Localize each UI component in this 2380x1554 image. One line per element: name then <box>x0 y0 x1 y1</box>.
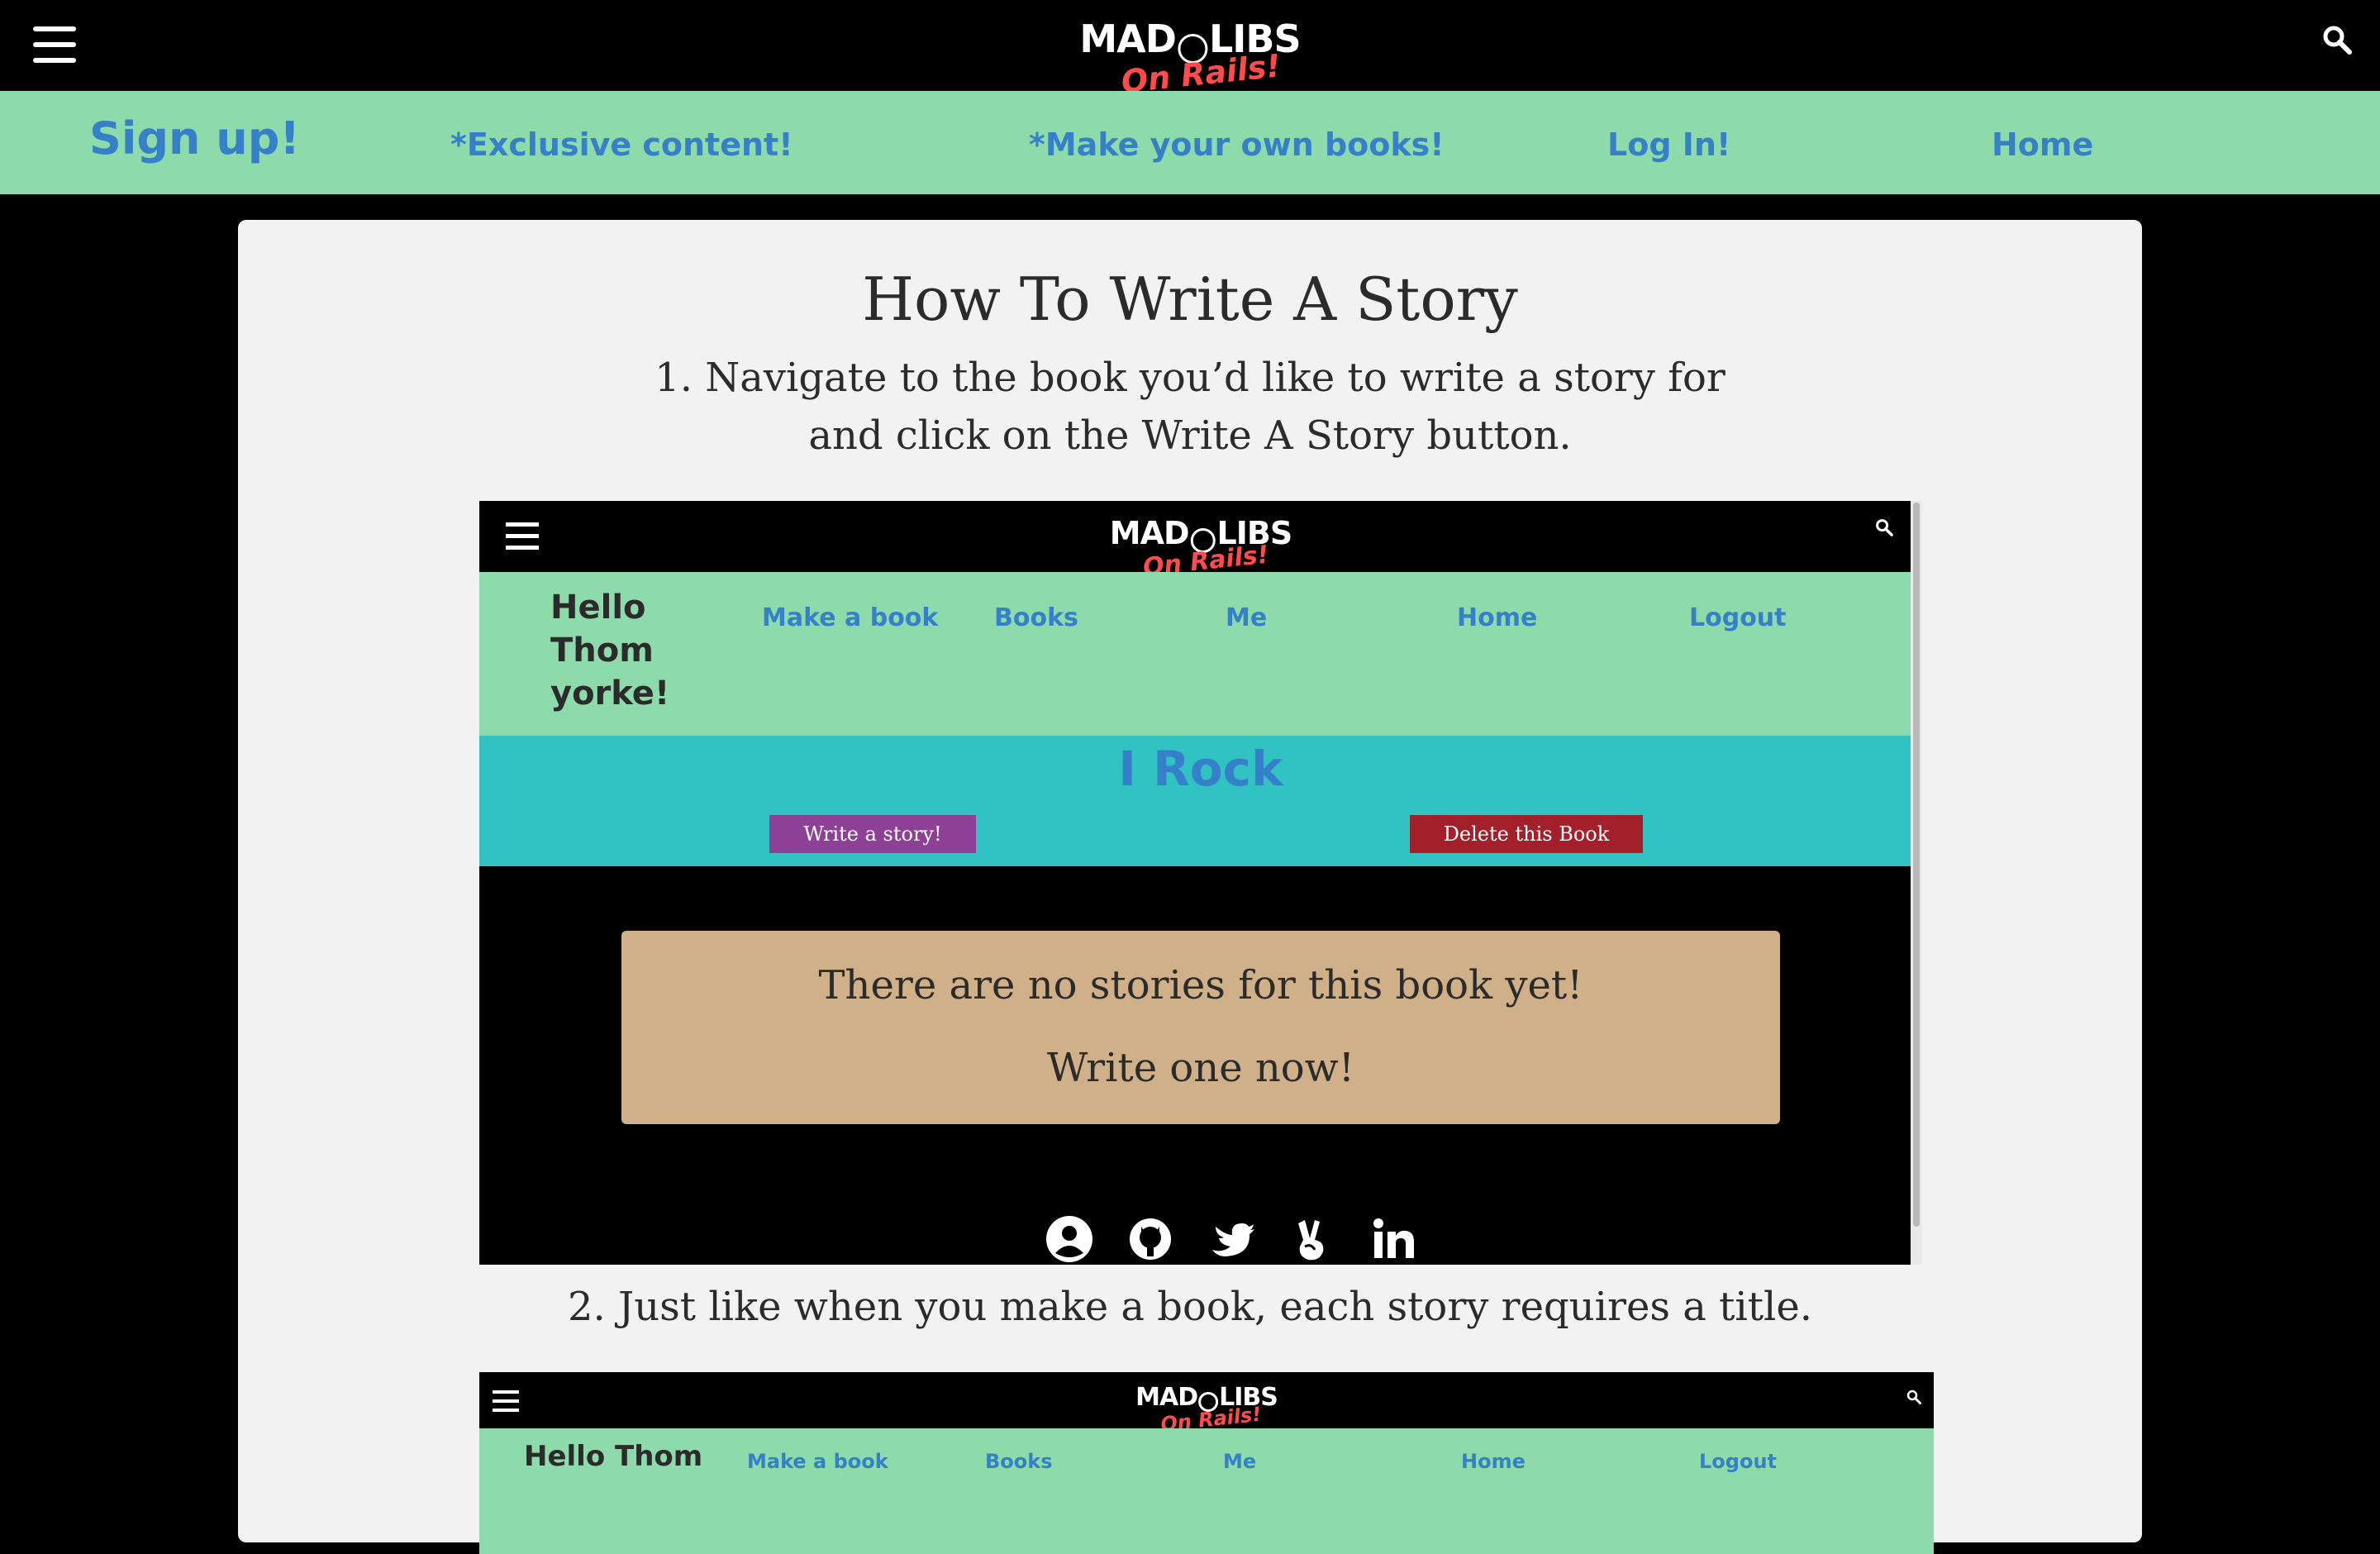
step-2-text: 2. Just like when you make a book, each … <box>567 1284 1813 1330</box>
mini2-logo: MAD LIBS On Rails! <box>1135 1383 1278 1436</box>
mini-nav-me: Me <box>1226 603 1268 632</box>
angellist-icon <box>1298 1220 1324 1261</box>
mini-notice-line-1: There are no stories for this book yet! <box>818 962 1583 1008</box>
mini-top-bar: MAD LIBS On Rails! <box>479 501 1922 582</box>
mini-scrollbar <box>1911 501 1922 1265</box>
mini-logo-mad: MAD <box>1109 515 1190 551</box>
mini-footer-icons <box>1044 1213 1419 1265</box>
mini-hello-line-1: Hello <box>550 589 646 627</box>
nav-login-link[interactable]: Log In! <box>1607 126 1730 163</box>
linkedin-icon <box>1373 1218 1414 1258</box>
mini2-nav-make-book: Make a book <box>747 1450 888 1473</box>
mini-hello-line-2: Thom <box>550 632 654 670</box>
nav-exclusive-link[interactable]: *Exclusive content! <box>450 126 793 163</box>
mini2-hello: Hello Thom <box>524 1440 703 1473</box>
step-1-line-1: 1. Navigate to the book you’d like to wr… <box>654 355 1726 401</box>
mini-logo: MAD LIBS On Rails! <box>1109 515 1292 582</box>
main-nav: Sign up! *Exclusive content! *Make your … <box>0 91 2380 194</box>
mini2-search-icon <box>1906 1390 1921 1404</box>
search-icon[interactable] <box>2320 23 2354 56</box>
user-circle-icon <box>1046 1216 1092 1262</box>
mini2-nav-home: Home <box>1461 1450 1526 1473</box>
menu-icon[interactable] <box>33 26 76 63</box>
mini-menu-icon <box>506 522 539 550</box>
mini-nav: Hello Thom yorke! Make a book Books Me H… <box>479 572 1922 736</box>
mini-nav-logout: Logout <box>1689 603 1787 632</box>
mini-scroll-thumb <box>1913 503 1920 1227</box>
mini-delete-book-button: Delete this Book <box>1410 815 1643 853</box>
example-screenshot-1: MAD LIBS On Rails! Hello Thom yorke! Make… <box>479 501 1922 1265</box>
example-screenshot-2: MAD LIBS On Rails! Hello Thom Make a book… <box>479 1372 1934 1554</box>
mini2-menu-icon <box>493 1390 519 1412</box>
mini-hello-line-3: yorke! <box>550 675 670 713</box>
mini-notice-line-2: Write one now! <box>1046 1045 1355 1091</box>
mini-book-title: I Rock <box>1118 741 1283 797</box>
mini2-nav-books: Books <box>985 1450 1053 1473</box>
mini-book-banner: I Rock Write a story! Delete this Book <box>479 736 1922 866</box>
nav-make-books-link[interactable]: *Make your own books! <box>1029 126 1445 163</box>
content-card: How To Write A Story 1. Navigate to the … <box>238 220 2142 1554</box>
mini-nav-home: Home <box>1457 603 1538 632</box>
mini2-top-bar: MAD LIBS On Rails! <box>479 1372 1934 1436</box>
mini2-nav-me: Me <box>1223 1450 1257 1473</box>
top-bar: MAD LIBS On Rails! <box>0 0 2380 100</box>
mini-write-story-button: Write a story! <box>769 815 976 853</box>
nav-home-link[interactable]: Home <box>1992 126 2093 163</box>
mini-no-stories-notice: There are no stories for this book yet! … <box>621 931 1780 1124</box>
site-logo[interactable]: MAD LIBS On Rails! <box>1079 17 1301 100</box>
mini-nav-make-book: Make a book <box>762 603 939 632</box>
github-icon <box>1130 1218 1171 1260</box>
mini2-nav: Hello Thom Make a book Books Me Home Log… <box>479 1428 1934 1554</box>
twitter-icon <box>1212 1223 1254 1256</box>
nav-signup-link[interactable]: Sign up! <box>89 112 300 164</box>
logo-mad-text: MAD <box>1079 17 1177 61</box>
mini2-nav-logout: Logout <box>1699 1450 1778 1473</box>
mini-nav-books: Books <box>994 603 1078 632</box>
mini2-logo-mad: MAD <box>1135 1383 1198 1412</box>
step-1-line-2: and click on the Write A Story button. <box>808 412 1572 459</box>
page-title: How To Write A Story <box>862 265 1518 334</box>
mini-search-icon <box>1876 519 1893 536</box>
